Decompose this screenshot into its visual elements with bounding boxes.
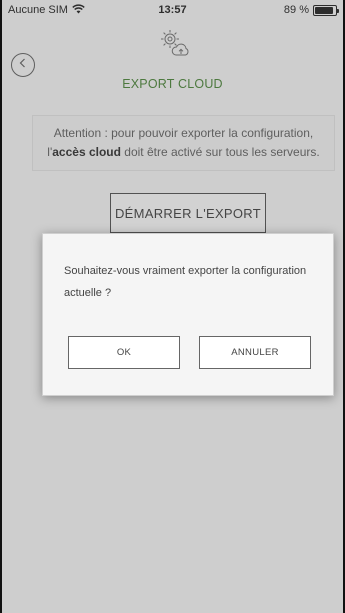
confirm-dialog: Souhaitez-vous vraiment exporter la conf… (42, 233, 334, 396)
ok-button[interactable]: OK (68, 336, 180, 369)
cancel-button[interactable]: ANNULER (199, 336, 311, 369)
phone-screen: Aucune SIM 13:57 89 % EXPORT CLOUD Atten… (0, 0, 345, 613)
dialog-message: Souhaitez-vous vraiment exporter la conf… (64, 265, 307, 299)
